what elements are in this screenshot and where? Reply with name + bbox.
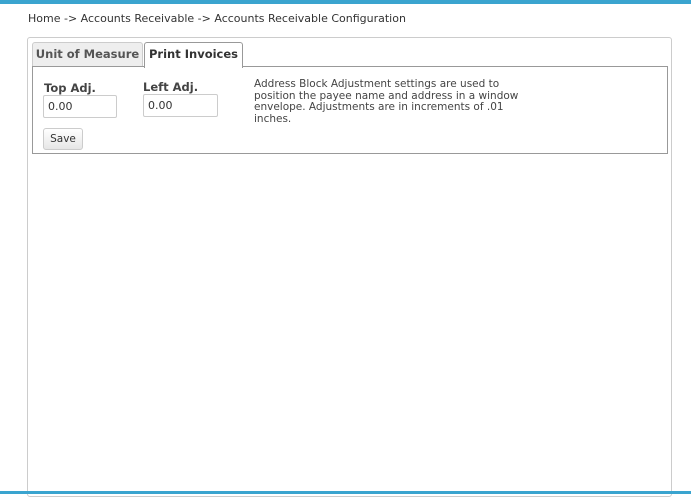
top-accent-bar: [0, 0, 691, 4]
tab-print-invoices[interactable]: Print Invoices: [144, 42, 243, 68]
address-block-help-text: Address Block Adjustment settings are us…: [254, 78, 519, 125]
configuration-panel: Unit of Measure Print Invoices Top Adj. …: [27, 37, 672, 497]
top-adj-label: Top Adj.: [44, 81, 96, 95]
breadcrumb-separator: ->: [194, 12, 215, 25]
left-adj-input[interactable]: [143, 94, 218, 117]
left-adj-label: Left Adj.: [143, 80, 199, 94]
print-invoices-tab-content: Top Adj. Left Adj. Address Block Adjustm…: [32, 66, 668, 154]
breadcrumb-separator: ->: [60, 12, 81, 25]
breadcrumb-home[interactable]: Home: [28, 12, 60, 25]
breadcrumb-current: Accounts Receivable Configuration: [214, 12, 406, 25]
tab-unit-of-measure[interactable]: Unit of Measure: [32, 42, 143, 66]
save-button[interactable]: Save: [43, 128, 83, 150]
breadcrumb: Home -> Accounts Receivable -> Accounts …: [28, 12, 406, 25]
breadcrumb-accounts-receivable[interactable]: Accounts Receivable: [81, 12, 195, 25]
top-adj-input[interactable]: [43, 95, 117, 118]
